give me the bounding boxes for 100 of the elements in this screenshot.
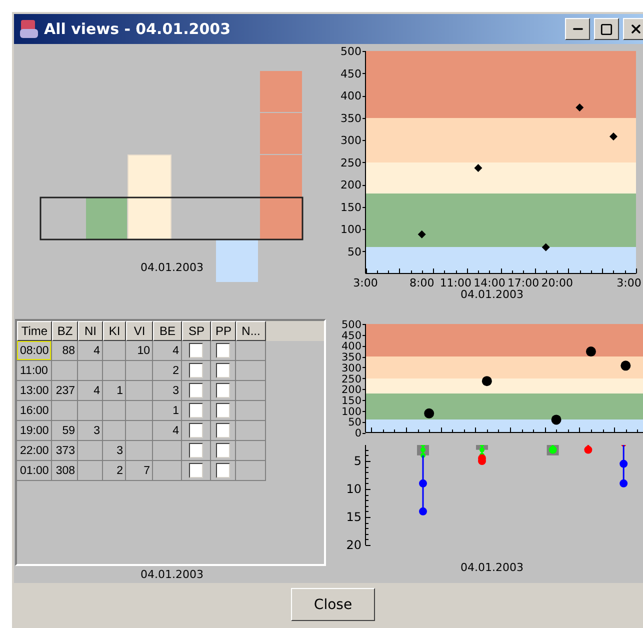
data-point [542,243,550,252]
table-cell: 16:00 [17,401,52,421]
table-cell: 22:00 [17,441,52,461]
table-cell: 10 [126,341,153,361]
table-cell: 08:00 [17,341,52,361]
checkbox[interactable] [216,363,230,378]
axis-tick-label: 15 [346,510,362,524]
axis-tick-label: 20:00 [541,276,573,288]
checkbox[interactable] [189,443,203,458]
table-cell: 11:00 [17,361,52,381]
checkbox[interactable] [189,403,203,418]
column-header[interactable]: NI [78,321,103,341]
table-cell [126,421,153,441]
table-cell: 3 [153,381,182,401]
checkbox[interactable] [189,463,203,478]
chart-caption: 04.01.2003 [460,288,524,301]
table-cell [78,361,103,381]
data-point [609,132,618,140]
chart-caption: 04.01.2003 [140,261,204,274]
data-point [418,230,426,238]
axis-tick-label: 250 [340,156,362,170]
checkbox[interactable] [189,383,203,398]
axis-tick-label: 350 [340,112,362,125]
axis-tick-label: 300 [341,362,362,374]
axis-tick-label: 50 [348,245,362,258]
column-header[interactable]: VI [126,321,153,341]
checkbox[interactable] [216,463,230,478]
data-point [620,360,631,371]
table-cell: 2 [103,461,126,481]
axis-tick-label: 3:00 [353,276,378,288]
checkbox[interactable] [216,383,230,398]
table-cell [52,401,78,421]
axis-tick-label: 400 [341,340,362,353]
chart-caption: 04.01.2003 [460,561,524,574]
axis-tick-label: 450 [340,67,362,80]
column-header[interactable]: Time [17,321,52,341]
checkbox[interactable] [189,343,203,358]
close-button[interactable] [623,18,643,40]
axis-tick-label: 100 [341,406,362,418]
table-cell: 237 [52,381,78,401]
column-header[interactable]: KI [103,321,126,341]
table-cell: 4 [153,341,182,361]
minimize-button[interactable] [565,18,590,40]
data-point [576,104,584,112]
table-cell: 3 [78,421,103,441]
column-header[interactable]: PP [211,321,236,341]
window-title: All views - 04.01.2003 [44,20,232,38]
table-cell: 4 [78,381,103,401]
axis-tick-label: 500 [340,45,362,58]
table-cell [103,361,126,381]
axis-tick-label: 150 [340,200,362,214]
table-cell [103,341,126,361]
table-cell: 4 [78,341,103,361]
axis-tick-label: 100 [340,223,362,236]
table-cell [78,441,103,461]
checkbox[interactable] [216,343,230,358]
maximize-button[interactable] [594,18,619,40]
app-icon [18,18,40,40]
axis-tick-label: 450 [341,330,362,342]
table-cell [126,441,153,461]
axis-tick-label: 150 [341,394,362,407]
table-cell: 88 [52,341,78,361]
table-cell [126,401,153,421]
axis-tick-label: 3:00 [616,276,642,288]
close-window-button[interactable]: Close [291,588,375,621]
data-point [482,376,492,386]
table-cell: 4 [153,421,182,441]
axis-tick-label: 5 [354,454,362,468]
table-cell [103,401,126,421]
axis-tick-label: 11:00 [440,276,472,288]
table-cell [126,381,153,401]
column-header[interactable]: BZ [52,321,78,341]
axis-tick-label: 14:00 [474,276,506,288]
close-icon [628,22,642,36]
table-cell: 7 [126,461,153,481]
table-caption: 04.01.2003 [140,568,204,581]
column-header[interactable]: N... [236,321,266,341]
axis-tick-label: 400 [340,90,362,102]
table-cell: 13:00 [17,381,52,401]
table-cell [126,361,153,381]
table-cell: 19:00 [17,421,52,441]
maximize-icon [600,22,613,36]
axis-tick-label: 200 [341,384,362,396]
checkbox[interactable] [216,423,230,438]
axis-tick-label: 300 [340,134,362,147]
checkbox[interactable] [189,363,203,378]
axis-tick-label: 50 [348,416,362,429]
table-cell: 1 [153,401,182,421]
table-cell: 1 [103,381,126,401]
axis-tick-label: 250 [341,373,362,386]
column-header[interactable]: SP [182,321,211,341]
table-cell: 2 [153,361,182,381]
data-point [586,346,596,357]
checkbox[interactable] [216,443,230,458]
axis-tick-label: 200 [340,178,362,192]
column-header[interactable]: BE [153,321,182,341]
checkbox[interactable] [216,403,230,418]
checkbox[interactable] [189,423,203,438]
table-cell [52,361,78,381]
axis-tick-label: 8:00 [410,276,434,288]
